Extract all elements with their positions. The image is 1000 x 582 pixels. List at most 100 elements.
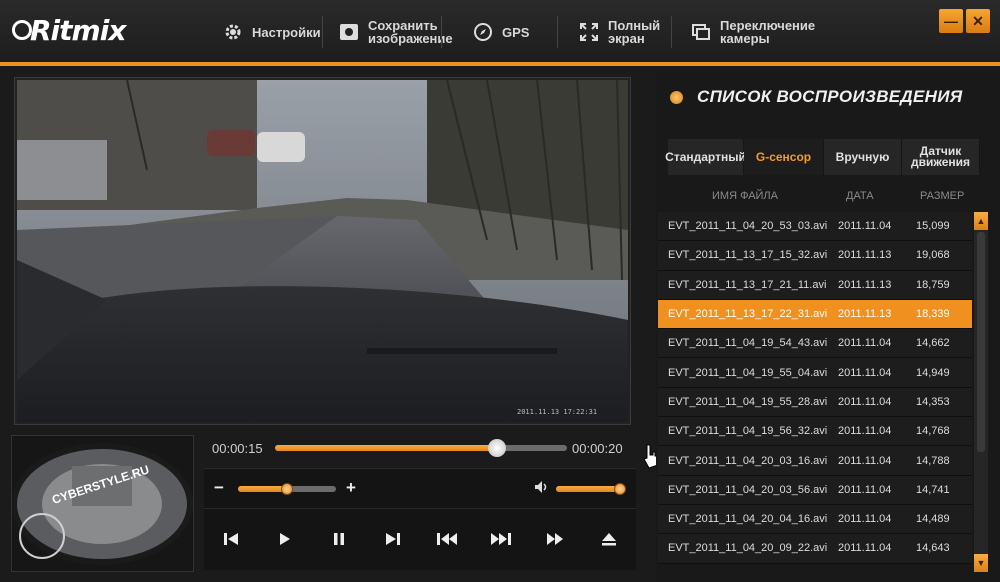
table-row[interactable]: EVT_2011_11_04_20_03_16.avi 2011.11.04 14,…: [658, 446, 972, 476]
column-header-name[interactable]: ИМЯ ФАЙЛА: [712, 190, 778, 202]
table-row[interactable]: EVT_2011_11_04_19_56_32.avi 2011.11.04 14,…: [658, 417, 972, 447]
gps-label: GPS: [502, 24, 530, 40]
camera-thumbnail[interactable]: CYBERSTYLE.RU: [11, 435, 194, 572]
gear-icon: [222, 21, 244, 43]
pause-icon: [333, 532, 345, 551]
camera-icon: [338, 21, 360, 43]
size-cell: 14,489: [916, 513, 950, 526]
size-cell: 14,788: [916, 454, 950, 467]
file-name-cell: EVT_2011_11_04_20_53_03.avi: [668, 220, 828, 233]
tab-label: Стандартный: [665, 149, 746, 164]
skip-back-icon: [223, 532, 239, 551]
date-cell: 2011.11.04: [838, 395, 892, 408]
rewind-button[interactable]: [433, 527, 461, 555]
fast-forward-icon: [490, 532, 512, 551]
tab-label: G-сенсор: [755, 149, 812, 164]
date-cell: 2011.11.04: [838, 220, 892, 233]
file-name-cell: EVT_2011_11_04_19_55_04.avi: [668, 366, 828, 379]
file-name-cell: EVT_2011_11_04_19_54_43.avi: [668, 337, 828, 350]
playlist-scrollbar[interactable]: ▲ ▼: [974, 212, 988, 572]
status-dot-icon: [670, 90, 683, 104]
fast-forward-button[interactable]: [487, 527, 515, 555]
zoom-fill: [238, 486, 287, 492]
switch-camera-icon: [690, 21, 712, 43]
scrollbar-thumb[interactable]: [977, 232, 985, 452]
tab-label-line2: движения: [910, 155, 971, 169]
step-forward-icon: [546, 532, 564, 551]
gps-button[interactable]: GPS: [472, 14, 529, 50]
date-cell: 2011.11.13: [838, 278, 892, 291]
file-name-cell: EVT_2011_11_13_17_15_32.avi: [668, 249, 828, 262]
file-name-cell: EVT_2011_11_13_17_22_31.avi: [668, 308, 828, 321]
column-header-date[interactable]: ДАТА: [846, 190, 874, 202]
volume-icon[interactable]: [534, 480, 548, 499]
save-image-button[interactable]: Сохранить изображение: [338, 14, 453, 50]
step-forward-button[interactable]: [541, 527, 569, 555]
eject-button[interactable]: [595, 527, 623, 555]
size-cell: 14,643: [916, 542, 950, 555]
date-cell: 2011.11.13: [838, 308, 892, 321]
zoom-out-button[interactable]: −: [214, 478, 224, 498]
settings-label: Настройки: [252, 24, 321, 40]
previous-file-button[interactable]: [217, 527, 245, 555]
app-logo: Ritmix: [12, 12, 126, 48]
close-button[interactable]: ✕: [966, 9, 990, 33]
table-row[interactable]: EVT_2011_11_04_20_09_22.avi 2011.11.04 14,…: [658, 534, 972, 564]
tab-standard[interactable]: Стандартный: [665, 139, 746, 175]
column-header-size[interactable]: РАЗМЕР: [920, 190, 964, 202]
table-row[interactable]: EVT_2011_11_04_19_55_28.avi 2011.11.04 14,…: [658, 387, 972, 418]
zoom-knob[interactable]: [281, 483, 293, 495]
file-name-cell: EVT_2011_11_04_20_04_16.avi: [668, 513, 828, 526]
table-row[interactable]: EVT_2011_11_04_20_04_16.avi 2011.11.04 14,…: [658, 504, 972, 535]
tab-g-sensor[interactable]: G-сенсор: [744, 139, 824, 175]
size-cell: 14,353: [916, 395, 950, 408]
tab-manual[interactable]: Вручную: [824, 139, 902, 175]
volume-slider[interactable]: [556, 483, 627, 495]
size-cell: 15,099: [916, 220, 950, 233]
switch-camera-button[interactable]: Переключение камеры: [690, 14, 815, 50]
tab-motion-sensor[interactable]: Датчик движения: [902, 139, 980, 175]
fullscreen-label-line2: экран: [608, 31, 645, 46]
switch-label-line2: камеры: [720, 31, 770, 46]
table-row[interactable]: EVT_2011_11_04_20_03_56.avi 2011.11.04 14,…: [658, 475, 972, 505]
scroll-down-icon[interactable]: ▼: [974, 554, 988, 572]
toolbar-divider: [322, 16, 323, 48]
minimize-button[interactable]: —: [939, 9, 963, 33]
table-row[interactable]: EVT_2011_11_04_20_53_03.avi 2011.11.04 15,…: [658, 212, 972, 242]
zoom-in-button[interactable]: +: [346, 478, 356, 498]
logo-mark: [12, 20, 32, 40]
save-label-line2: изображение: [368, 31, 453, 46]
fullscreen-icon: [578, 21, 600, 43]
file-name-cell: EVT_2011_11_04_19_56_32.avi: [668, 425, 828, 438]
settings-button[interactable]: Настройки: [222, 14, 321, 50]
date-cell: 2011.11.13: [838, 249, 892, 262]
pause-button[interactable]: [325, 527, 353, 555]
size-cell: 19,068: [916, 249, 950, 262]
header-accent-line: [0, 62, 1000, 66]
table-row[interactable]: EVT_2011_11_04_19_55_04.avi 2011.11.04 14,…: [658, 358, 972, 388]
date-cell: 2011.11.04: [838, 425, 892, 438]
progress-slider[interactable]: [275, 439, 567, 457]
player-controls: 00:00:15 00:00:20 − +: [204, 434, 636, 572]
playlist-panel: СПИСОК ВОСПРОИЗВЕДЕНИЯ Стандартный G-сен…: [656, 73, 1000, 582]
date-cell: 2011.11.04: [838, 483, 892, 496]
size-cell: 14,741: [916, 483, 950, 496]
scroll-up-icon[interactable]: ▲: [974, 212, 988, 230]
video-viewport[interactable]: 2011.11.13 17:22:31: [14, 77, 631, 425]
size-cell: 18,759: [916, 278, 950, 291]
date-cell: 2011.11.04: [838, 542, 892, 555]
file-name-cell: EVT_2011_11_04_20_03_56.avi: [668, 483, 828, 496]
compass-icon: [472, 21, 494, 43]
tab-label: Вручную: [835, 149, 890, 164]
table-row[interactable]: EVT_2011_11_13_17_15_32.avi 2011.11.13 19,…: [658, 241, 972, 271]
skip-forward-icon: [385, 532, 401, 551]
progress-knob[interactable]: [487, 439, 506, 457]
zoom-slider[interactable]: [238, 483, 336, 495]
next-file-button[interactable]: [379, 527, 407, 555]
minimize-icon: —: [944, 13, 958, 29]
table-row[interactable]: EVT_2011_11_13_17_22_31.avi 2011.11.13 18,…: [658, 299, 972, 330]
table-row[interactable]: EVT_2011_11_13_17_21_11.avi 2011.11.13 18,…: [658, 270, 972, 300]
table-row[interactable]: EVT_2011_11_04_19_54_43.avi 2011.11.04 14,…: [658, 329, 972, 359]
play-button[interactable]: [271, 527, 299, 555]
fullscreen-button[interactable]: Полный экран: [578, 14, 660, 50]
